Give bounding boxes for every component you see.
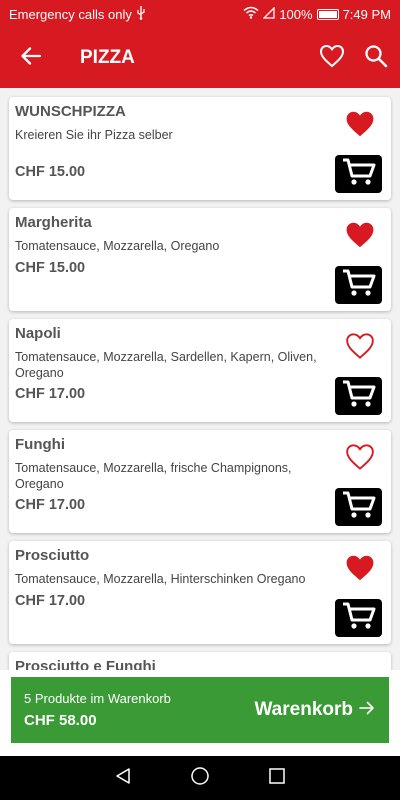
product-name: Funghi	[15, 436, 65, 453]
shopping-cart-icon	[341, 379, 377, 414]
page-title: PIZZA	[80, 47, 135, 68]
product-card[interactable]: WUNSCHPIZZA Kreieren Sie ihr Pizza selbe…	[9, 97, 391, 200]
product-name: Prosciutto	[15, 547, 90, 564]
product-description: Tomatensauce, Mozzarella, Sardellen, Kap…	[15, 350, 317, 380]
product-description: Tomatensauce, Mozzarella, Oregano	[15, 239, 220, 253]
status-bar: Emergency calls only 100% 7:49 PM	[0, 0, 400, 28]
product-list[interactable]: WUNSCHPIZZA Kreieren Sie ihr Pizza selbe…	[0, 88, 400, 670]
battery-percent: 100%	[279, 6, 313, 22]
status-left: Emergency calls only	[9, 5, 146, 23]
favorites-button[interactable]	[310, 28, 354, 88]
product-name: Napoli	[15, 325, 61, 342]
back-button[interactable]	[0, 28, 62, 88]
clock: 7:49 PM	[342, 6, 391, 22]
go-to-basket-button[interactable]: Warenkorb	[254, 699, 375, 721]
wifi-icon	[243, 6, 259, 22]
favorite-button[interactable]	[343, 222, 377, 252]
product-card[interactable]: Margherita Tomatensauce, Mozzarella, Ore…	[9, 208, 391, 311]
heart-filled-icon	[344, 110, 376, 143]
search-button[interactable]	[354, 28, 398, 88]
nav-home-button[interactable]	[190, 766, 210, 791]
basket-count: 5 Produkte im Warenkorb	[24, 691, 171, 706]
product-card[interactable]: Napoli Tomatensauce, Mozzarella, Sardell…	[9, 319, 391, 422]
product-name: Margherita	[15, 214, 92, 231]
nav-recents-button[interactable]	[268, 767, 286, 790]
product-price: CHF 17.00	[15, 497, 86, 513]
product-price: CHF 17.00	[15, 386, 86, 402]
add-to-cart-button[interactable]	[335, 377, 382, 415]
add-to-cart-button[interactable]	[335, 155, 382, 193]
shopping-cart-icon	[341, 601, 377, 636]
footer: 5 Produkte im Warenkorb CHF 58.00 Warenk…	[0, 670, 400, 756]
heart-outline-icon	[344, 332, 376, 365]
arrow-left-icon	[21, 46, 42, 70]
basket-action-label: Warenkorb	[254, 699, 353, 720]
basket-bar[interactable]: 5 Produkte im Warenkorb CHF 58.00 Warenk…	[11, 677, 389, 743]
product-price: CHF 15.00	[15, 260, 86, 276]
arrow-right-icon	[359, 701, 375, 720]
heart-filled-icon	[344, 554, 376, 587]
usb-icon	[136, 5, 146, 23]
favorite-button[interactable]	[343, 332, 377, 365]
search-icon	[364, 44, 388, 73]
product-card[interactable]: Prosciutto e Funghi	[9, 652, 391, 670]
favorite-button[interactable]	[343, 111, 377, 141]
app-bar: PIZZA	[0, 28, 400, 88]
nav-back-button[interactable]	[114, 767, 132, 790]
signal-icon	[262, 5, 275, 22]
product-description: Tomatensauce, Mozzarella, Hinterschinken…	[15, 572, 306, 586]
network-status-text: Emergency calls only	[9, 6, 132, 22]
heart-filled-icon	[344, 221, 376, 254]
product-name: WUNSCHPIZZA	[15, 103, 126, 120]
product-card[interactable]: Prosciutto Tomatensauce, Mozzarella, Hin…	[9, 541, 391, 644]
favorite-button[interactable]	[343, 443, 377, 476]
add-to-cart-button[interactable]	[335, 599, 382, 637]
add-to-cart-button[interactable]	[335, 488, 382, 526]
system-nav-bar	[0, 756, 400, 800]
product-name: Prosciutto e Funghi	[15, 658, 156, 670]
battery-icon	[316, 8, 339, 20]
product-price: CHF 17.00	[15, 593, 86, 609]
product-card[interactable]: Funghi Tomatensauce, Mozzarella, frische…	[9, 430, 391, 533]
status-right: 100% 7:49 PM	[243, 5, 391, 22]
heart-outline-icon	[344, 443, 376, 476]
product-price: CHF 15.00	[15, 164, 86, 180]
favorite-button[interactable]	[343, 555, 377, 585]
shopping-cart-icon	[341, 268, 377, 303]
product-description: Tomatensauce, Mozzarella, frische Champi…	[15, 461, 292, 491]
shopping-cart-icon	[341, 490, 377, 525]
shopping-cart-icon	[341, 157, 377, 192]
heart-outline-icon	[319, 44, 345, 73]
basket-total: CHF 58.00	[24, 712, 97, 729]
product-description: Kreieren Sie ihr Pizza selber	[15, 128, 173, 142]
add-to-cart-button[interactable]	[335, 266, 382, 304]
